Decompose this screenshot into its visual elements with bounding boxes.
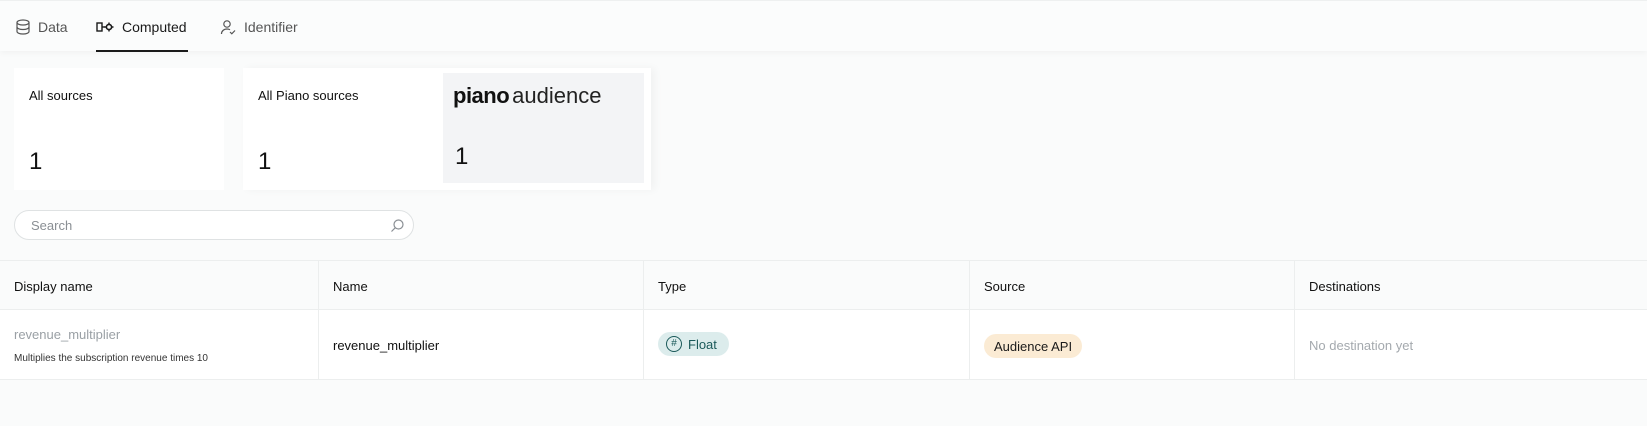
destinations-text: No destination yet <box>1309 338 1414 353</box>
column-header-type[interactable]: Type <box>644 261 970 309</box>
display-name-text: revenue_multiplier <box>14 327 121 342</box>
type-badge: # Float <box>658 332 729 356</box>
cell-display-name: revenue_multiplier Multiplies the subscr… <box>0 310 319 379</box>
column-header-label: Destinations <box>1309 279 1381 294</box>
card-all-piano-sources[interactable]: All Piano sources 1 piano audience 1 <box>243 68 651 190</box>
tab-identifier[interactable]: Identifier <box>220 1 298 52</box>
computed-icon <box>96 21 114 33</box>
hash-icon: # <box>666 336 682 352</box>
table-header: Display name Name Type Source Destinatio… <box>0 260 1647 310</box>
logo-product: audience <box>512 83 602 108</box>
card-piano-audience[interactable]: piano audience 1 <box>443 73 644 183</box>
tab-identifier-label: Identifier <box>244 18 298 35</box>
column-header-destinations[interactable]: Destinations <box>1295 261 1647 309</box>
cell-destinations: No destination yet <box>1295 310 1647 379</box>
tab-data-label: Data <box>38 18 68 35</box>
column-header-label: Source <box>984 279 1026 294</box>
column-header-source[interactable]: Source <box>970 261 1295 309</box>
column-header-label: Type <box>658 279 687 294</box>
database-icon <box>16 18 30 35</box>
cell-type: # Float <box>644 310 970 379</box>
piano-audience-logo: piano audience <box>453 83 601 109</box>
card-count: 1 <box>258 148 272 175</box>
tab-computed-label: Computed <box>122 18 187 35</box>
table-row[interactable]: revenue_multiplier Multiplies the subscr… <box>0 310 1647 380</box>
logo-brand: piano <box>453 83 510 108</box>
user-check-icon <box>220 19 236 35</box>
tab-computed[interactable]: Computed <box>96 1 188 52</box>
search-box <box>14 210 414 240</box>
tab-data[interactable]: Data <box>16 1 68 52</box>
cell-source: Audience API <box>970 310 1295 379</box>
card-count: 1 <box>29 148 43 175</box>
card-count: 1 <box>455 143 469 170</box>
column-header-display-name[interactable]: Display name <box>0 261 319 309</box>
name-text: revenue_multiplier <box>333 338 440 353</box>
type-label: Float <box>688 336 717 352</box>
tab-bar: Data Computed Identifier <box>0 0 1647 52</box>
column-header-label: Display name <box>14 279 93 294</box>
description-text: Multiplies the subscription revenue time… <box>14 353 208 364</box>
search-icon[interactable] <box>390 218 405 238</box>
column-header-label: Name <box>333 279 368 294</box>
card-label: All Piano sources <box>258 88 359 103</box>
search-input[interactable] <box>31 211 371 239</box>
source-badge: Audience API <box>984 334 1083 358</box>
cell-name: revenue_multiplier <box>319 310 644 379</box>
column-header-name[interactable]: Name <box>319 261 644 309</box>
card-label: All sources <box>29 88 93 103</box>
card-all-sources[interactable]: All sources 1 <box>14 68 224 190</box>
